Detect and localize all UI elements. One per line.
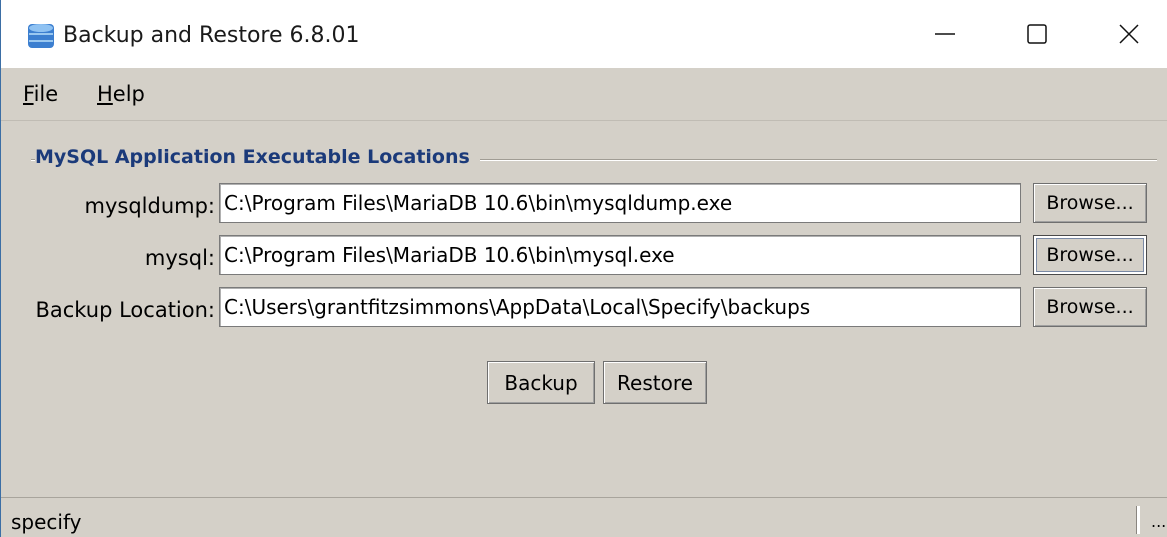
maximize-button[interactable] (991, 0, 1083, 68)
title-bar[interactable]: Backup and Restore 6.8.01 (1, 0, 1167, 68)
status-resize-grip[interactable]: ... (1151, 512, 1166, 531)
status-separator (1136, 506, 1140, 534)
menu-help-mnemonic: H (97, 82, 113, 106)
mysqldump-label: mysqldump: (84, 194, 216, 218)
close-button[interactable] (1083, 0, 1167, 68)
menu-help[interactable]: Help (97, 82, 145, 106)
maximize-icon (1027, 24, 1047, 44)
backup-location-path-field[interactable]: C:\Users\grantfitzsimmons\AppData\Local\… (219, 287, 1021, 327)
minimize-icon (935, 33, 955, 35)
menu-file-mnemonic: F (23, 82, 34, 106)
mysqldump-browse-button[interactable]: Browse... (1033, 183, 1147, 223)
mysql-path-field[interactable]: C:\Program Files\MariaDB 10.6\bin\mysql.… (219, 235, 1021, 275)
menu-file[interactable]: File (23, 82, 58, 106)
restore-button[interactable]: Restore (603, 361, 707, 404)
status-bar: specify ... (1, 497, 1167, 537)
mysql-label: mysql: (144, 246, 215, 270)
section-title: MySQL Application Executable Locations (35, 146, 480, 168)
menu-bar: File Help (1, 68, 1167, 121)
mysql-browse-button[interactable]: Browse... (1033, 235, 1147, 275)
backup-button[interactable]: Backup (487, 361, 595, 404)
window-title: Backup and Restore 6.8.01 (63, 23, 360, 48)
backup-location-browse-button[interactable]: Browse... (1033, 287, 1147, 327)
close-icon (1119, 24, 1139, 44)
backup-location-label: Backup Location: (35, 298, 215, 322)
database-icon (28, 24, 54, 48)
status-text: specify (11, 510, 82, 534)
menu-help-rest: elp (112, 82, 145, 106)
menu-file-rest: ile (33, 82, 59, 106)
mysqldump-path-field[interactable]: C:\Program Files\MariaDB 10.6\bin\mysqld… (219, 183, 1021, 223)
minimize-button[interactable] (899, 0, 991, 68)
backup-restore-window: Backup and Restore 6.8.01 File Help MySQ… (0, 0, 1167, 537)
